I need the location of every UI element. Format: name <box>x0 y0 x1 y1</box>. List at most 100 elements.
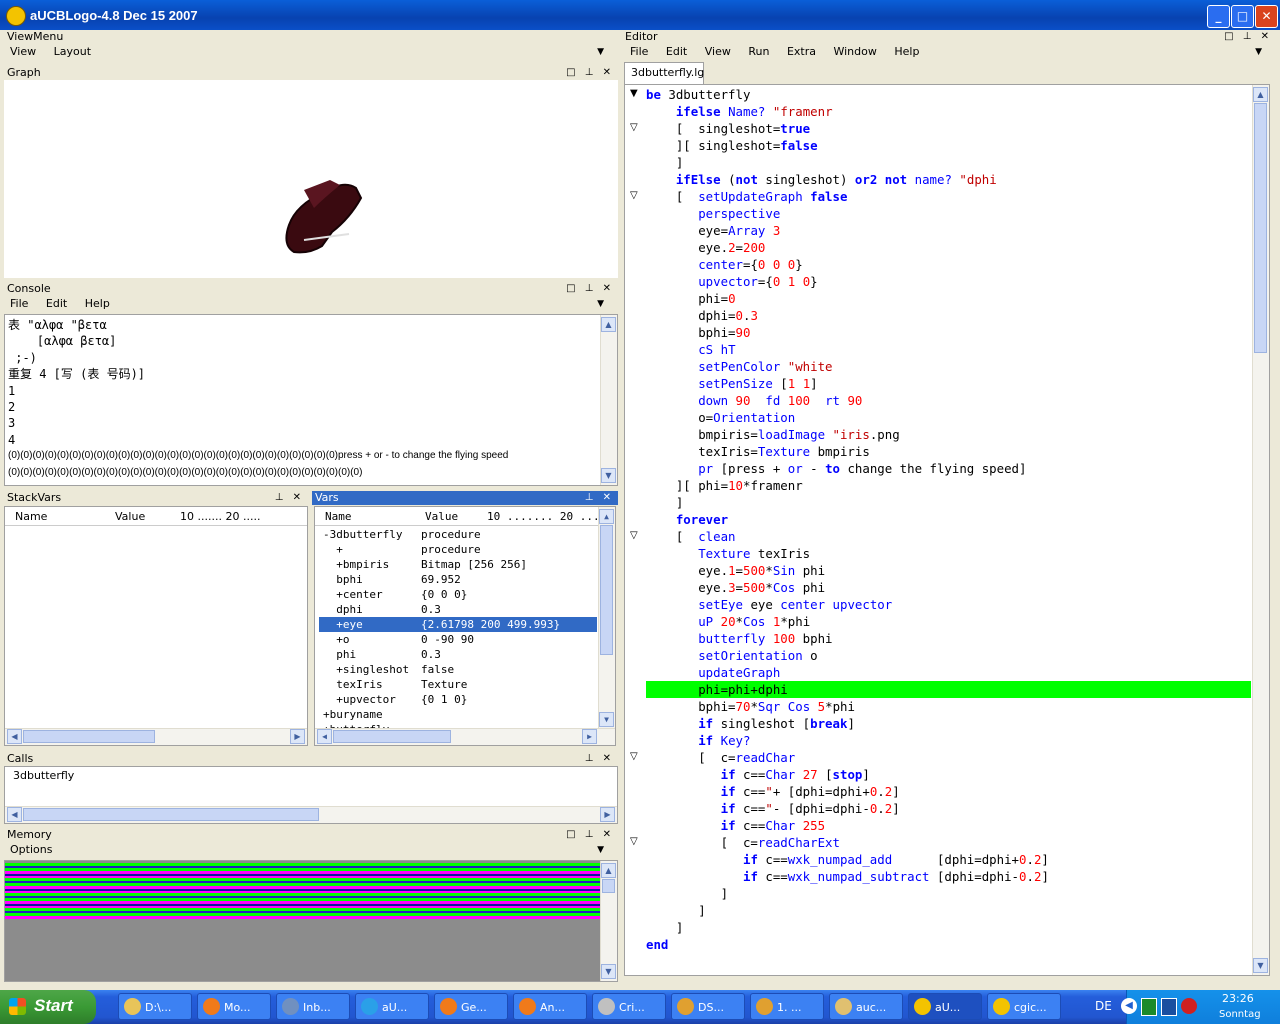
vars-row[interactable]: +upvector {0 1 0} <box>319 692 597 707</box>
code-line[interactable]: phi=phi+dphi <box>646 681 1251 698</box>
code-line[interactable]: center={0 0 0} <box>646 256 803 273</box>
scroll-up-icon[interactable]: ▲ <box>1253 87 1268 102</box>
menu-view[interactable]: View <box>10 45 36 58</box>
code-line[interactable]: eye.1=500*Sin phi <box>646 562 825 579</box>
clock-time[interactable]: 23:26 <box>1222 992 1254 1005</box>
editor-scrollbar[interactable]: ▲ ▼ <box>1252 85 1269 975</box>
fold-marker-icon[interactable]: ▽ <box>630 530 638 541</box>
scroll-thumb[interactable] <box>600 525 613 655</box>
vars-hscrollbar[interactable]: ◀ ▶ <box>315 728 615 745</box>
code-line[interactable]: phi=0 <box>646 290 735 307</box>
code-line[interactable]: bphi=70*Sqr Cos 5*phi <box>646 698 855 715</box>
code-line[interactable]: uP 20*Cos 1*phi <box>646 613 810 630</box>
scroll-up-icon[interactable]: ▲ <box>599 509 614 524</box>
code-line[interactable]: ][ singleshot=false <box>646 137 818 154</box>
maximize-button[interactable]: □ <box>1231 5 1254 28</box>
code-line[interactable]: eye.3=500*Cos phi <box>646 579 825 596</box>
editor-menu-help[interactable]: Help <box>894 45 919 58</box>
fold-expanded-icon[interactable]: ▼ <box>630 88 638 99</box>
code-line[interactable]: if c==Char 27 [stop] <box>646 766 870 783</box>
tray-app-icon[interactable] <box>1181 998 1197 1014</box>
close-button[interactable]: ✕ <box>1255 5 1278 28</box>
taskbar-button[interactable]: Ge... <box>434 993 508 1020</box>
code-line[interactable]: ] <box>646 919 683 936</box>
taskbar-button[interactable]: Cri... <box>592 993 666 1020</box>
tray-app-icon[interactable] <box>1161 998 1177 1016</box>
taskbar-button[interactable]: DS... <box>671 993 745 1020</box>
memory-menu-options[interactable]: Options <box>10 843 52 856</box>
vars-row[interactable]: +singleshot false <box>319 662 597 677</box>
code-line[interactable]: if Key? <box>646 732 750 749</box>
scroll-up-icon[interactable]: ▲ <box>601 317 616 332</box>
scroll-left-icon[interactable]: ◀ <box>317 729 332 744</box>
code-line[interactable]: texIris=Texture bmpiris <box>646 443 870 460</box>
language-indicator[interactable]: DE <box>1095 999 1112 1013</box>
editor-menu-edit[interactable]: Edit <box>666 45 687 58</box>
column-name[interactable]: Name <box>325 510 352 523</box>
editor-menu-extra[interactable]: Extra <box>787 45 816 58</box>
code-line[interactable]: [ clean <box>646 528 736 545</box>
code-line[interactable]: setPenColor "white <box>646 358 832 375</box>
stackvars-list[interactable]: Name Value 10 ....... 20 ..... ◀ ▶ <box>4 506 308 746</box>
dropdown-arrow-icon[interactable]: ▼ <box>1255 44 1262 60</box>
code-line[interactable]: ifelse Name? "framenr <box>646 103 833 120</box>
scroll-up-icon[interactable]: ▲ <box>601 863 616 878</box>
code-line[interactable]: ifElse (not singleshot) or2 not name? "d… <box>646 171 997 188</box>
clock-day[interactable]: Sonntag <box>1219 1009 1261 1020</box>
console-output[interactable]: 表 "αλφα "βετα [αλφα βετα] ;-) 重复 4 [写 (表 … <box>4 314 618 486</box>
vars-row[interactable]: +o 0 -90 90 <box>319 632 597 647</box>
vars-row[interactable]: +buryname <box>319 707 597 722</box>
taskbar-button[interactable]: aU... <box>908 993 982 1020</box>
pane-buttons-icon[interactable]: ⊥ ✕ <box>585 491 614 505</box>
code-line[interactable]: [ c=readChar <box>646 749 795 766</box>
code-line[interactable]: setOrientation o <box>646 647 817 664</box>
vars-row[interactable]: -3dbutterfly procedure <box>319 527 597 542</box>
code-line[interactable]: ] <box>646 885 728 902</box>
pane-buttons-icon[interactable]: □ ⊥ ✕ <box>566 828 614 842</box>
code-line[interactable]: [ c=readCharExt <box>646 834 840 851</box>
code-line[interactable]: [ singleshot=true <box>646 120 810 137</box>
code-line[interactable]: updateGraph <box>646 664 780 681</box>
code-line[interactable]: eye.2=200 <box>646 239 765 256</box>
scroll-right-icon[interactable]: ▶ <box>290 729 305 744</box>
column-name[interactable]: Name <box>15 510 47 523</box>
code-line[interactable]: if c=="- [dphi=dphi-0.2] <box>646 800 900 817</box>
editor-menu-run[interactable]: Run <box>748 45 769 58</box>
code-line[interactable]: if c==wxk_numpad_subtract [dphi=dphi-0.2… <box>646 868 1049 885</box>
code-line[interactable]: pr [press + or - to change the flying sp… <box>646 460 1026 477</box>
vars-row[interactable]: + procedure <box>319 542 597 557</box>
editor-menu-file[interactable]: File <box>630 45 648 58</box>
code-line[interactable]: down 90 fd 100 rt 90 <box>646 392 862 409</box>
taskbar-button[interactable]: auc... <box>829 993 903 1020</box>
vars-row[interactable]: texIris Texture <box>319 677 597 692</box>
dropdown-arrow-icon[interactable]: ▼ <box>597 44 604 60</box>
vars-row[interactable]: +bmpiris Bitmap [256 256] <box>319 557 597 572</box>
console-scrollbar[interactable]: ▲ ▼ <box>600 315 617 485</box>
code-line[interactable]: ] <box>646 902 705 919</box>
scroll-left-icon[interactable]: ◀ <box>7 729 22 744</box>
code-line[interactable]: upvector={0 1 0} <box>646 273 817 290</box>
code-line[interactable]: ] <box>646 494 683 511</box>
vars-row[interactable]: +eye {2.61798 200 499.993} <box>319 617 597 632</box>
code-line[interactable]: dphi=0.3 <box>646 307 758 324</box>
scroll-down-icon[interactable]: ▼ <box>1253 958 1268 973</box>
code-line[interactable]: Texture texIris <box>646 545 810 562</box>
pane-buttons-icon[interactable]: ⊥ ✕ <box>585 752 614 766</box>
fold-marker-icon[interactable]: ▽ <box>630 122 638 133</box>
scroll-down-icon[interactable]: ▼ <box>599 712 614 727</box>
code-line[interactable]: setPenSize [1 1] <box>646 375 817 392</box>
calls-item[interactable]: 3dbutterfly <box>13 769 74 782</box>
scroll-down-icon[interactable]: ▼ <box>601 964 616 979</box>
code-line[interactable]: bmpiris=loadImage "iris.png <box>646 426 899 443</box>
taskbar-button[interactable]: Mo... <box>197 993 271 1020</box>
dropdown-arrow-icon[interactable]: ▼ <box>597 296 604 312</box>
memory-map[interactable]: ▲ ▼ <box>4 860 618 982</box>
taskbar-button[interactable]: An... <box>513 993 587 1020</box>
code-line[interactable]: bphi=90 <box>646 324 750 341</box>
stackvars-hscrollbar[interactable]: ◀ ▶ <box>5 728 307 745</box>
minimize-button[interactable]: _ <box>1207 5 1230 28</box>
taskbar-button[interactable]: D:\... <box>118 993 192 1020</box>
scroll-thumb[interactable] <box>23 808 319 821</box>
vars-vscrollbar[interactable]: ▲ ▼ <box>598 507 615 729</box>
console-menu-edit[interactable]: Edit <box>46 297 67 310</box>
